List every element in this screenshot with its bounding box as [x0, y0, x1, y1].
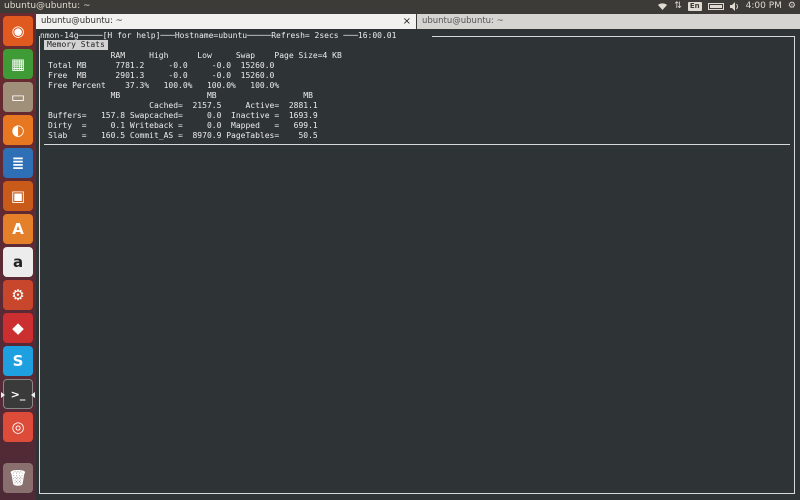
launcher-software-center-icon[interactable]: A [3, 214, 33, 244]
stats-line: Dirty = 0.1 Writeback = 0.0 Mapped = 699… [48, 121, 318, 130]
stats-line: Buffers= 157.8 Swapcached= 0.0 Inactive … [48, 111, 318, 120]
section-title-memory-stats: Memory Stats [44, 40, 108, 50]
launcher-files-icon[interactable]: ▭ [3, 82, 33, 112]
tab-close-button[interactable]: × [403, 14, 411, 29]
tab-label: ubuntu@ubuntu: ~ [422, 16, 504, 26]
stats-line: Slab = 160.5 Commit_AS = 8970.9 PageTabl… [48, 131, 318, 140]
launcher-libreoffice-writer-icon[interactable]: ≣ [3, 148, 33, 178]
launcher-chrome-icon[interactable]: ◎ [3, 412, 33, 442]
launcher-libreoffice-calc-icon[interactable]: ▦ [3, 49, 33, 79]
keyboard-layout-indicator[interactable]: En [687, 0, 702, 13]
clock[interactable]: 4:00 PM [746, 0, 782, 13]
battery-icon[interactable] [707, 0, 724, 13]
launcher-trash-icon[interactable]: 🗑 [3, 463, 33, 493]
box-left-border [39, 36, 40, 494]
indicator-area: ⇅ En 4:00 PM ⚙ [657, 0, 796, 13]
box-right-border [794, 36, 795, 494]
tab-label: ubuntu@ubuntu: ~ [41, 16, 123, 26]
stats-line: MB MB MB [48, 91, 313, 100]
section-divider [44, 144, 790, 145]
keyboard-layout-label: En [687, 2, 702, 11]
launcher-system-settings-icon[interactable]: ⚙ [3, 280, 33, 310]
tab-terminal-1[interactable]: ubuntu@ubuntu: ~ × [36, 14, 416, 29]
launcher-firefox-icon[interactable]: ◐ [3, 115, 33, 145]
stats-line: Free Percent 37.3% 100.0% 100.0% 100.0% [48, 81, 280, 90]
box-top-border [432, 36, 794, 37]
terminal-area[interactable]: nmon-14g─────[H for help]───Hostname=ubu… [36, 29, 800, 500]
stats-line: Total MB 7781.2 -0.0 -0.0 15260.0 [48, 61, 275, 70]
wifi-icon[interactable] [657, 0, 668, 13]
launcher-dash-home-icon[interactable]: ◉ [3, 16, 33, 46]
stats-line: Free MB 2901.3 -0.0 -0.0 15260.0 [48, 71, 275, 80]
stats-line: RAM High Low Swap Page Size=4 KB [48, 51, 342, 60]
stats-line: Cached= 2157.5 Active= 2881.1 [48, 101, 318, 110]
active-window-title: ubuntu@ubuntu: ~ [4, 1, 91, 11]
launcher-amazon-icon[interactable]: a [3, 247, 33, 277]
launcher-terminal-icon[interactable]: >_ [1, 379, 35, 409]
tab-terminal-2[interactable]: ubuntu@ubuntu: ~ [417, 14, 800, 29]
top-panel: ubuntu@ubuntu: ~ ⇅ En 4:00 PM ⚙ [0, 0, 800, 13]
launcher-remmina-icon[interactable]: ◆ [3, 313, 33, 343]
terminal-tabbar: ubuntu@ubuntu: ~ × ubuntu@ubuntu: ~ [36, 13, 800, 29]
launcher: ◉ ▦ ▭ ◐ ≣ ▣ Aa ⚙ ◆ S >_ ◎ 🗑 [0, 13, 36, 500]
box-bottom-border [39, 493, 795, 494]
gear-icon[interactable]: ⚙ [788, 0, 796, 13]
volume-icon[interactable] [729, 0, 740, 13]
launcher-skype-icon[interactable]: S [3, 346, 33, 376]
launcher-libreoffice-impress-icon[interactable]: ▣ [3, 181, 33, 211]
updown-arrows-icon[interactable]: ⇅ [674, 0, 682, 13]
